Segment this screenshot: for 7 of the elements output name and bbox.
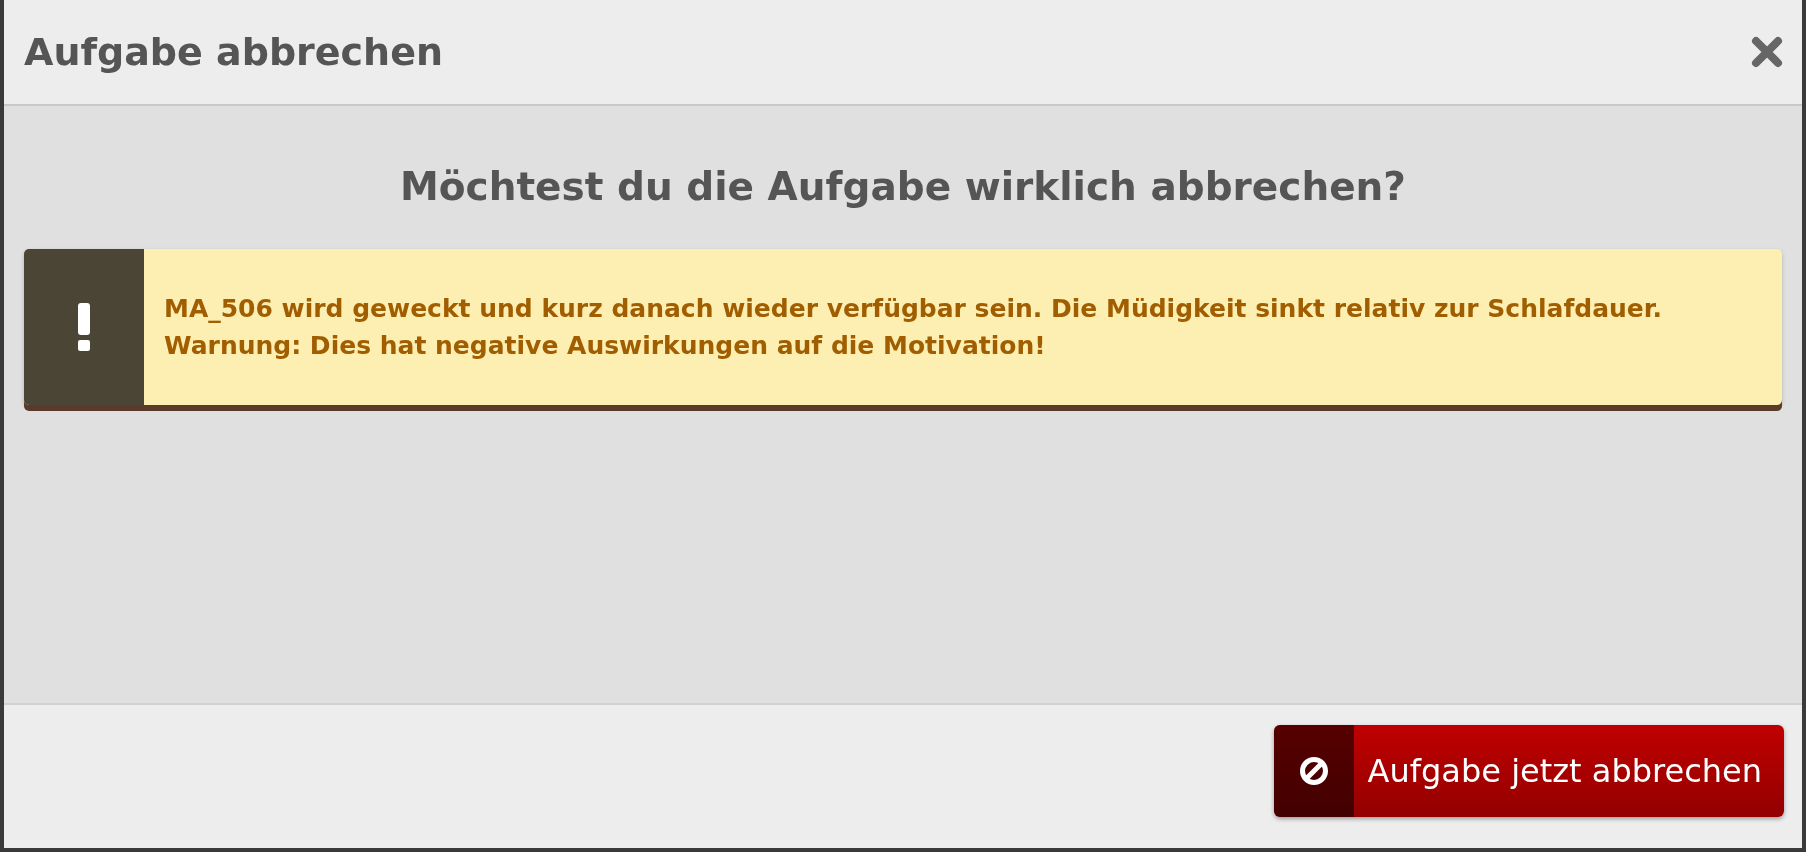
- warning-message: MA_506 wird geweckt und kurz danach wieder verfügbar sein. Die Müdigkeit sinkt relativ zur Schlafdauer. Warnung: Dies hat negative Auswirkungen auf die Motivation!: [163, 292, 1664, 362]
- dialog-title: Aufgabe abbrechen: [24, 30, 443, 74]
- prohibited-icon: [1298, 756, 1329, 786]
- close-icon[interactable]: [1750, 35, 1784, 69]
- question-text: Möchtest du die Aufgabe wirklich abbrechen?: [399, 164, 1407, 209]
- cancel-task-button[interactable]: Aufgabe jetzt abbrechen: [1273, 725, 1784, 817]
- exclamation-icon: [77, 303, 91, 351]
